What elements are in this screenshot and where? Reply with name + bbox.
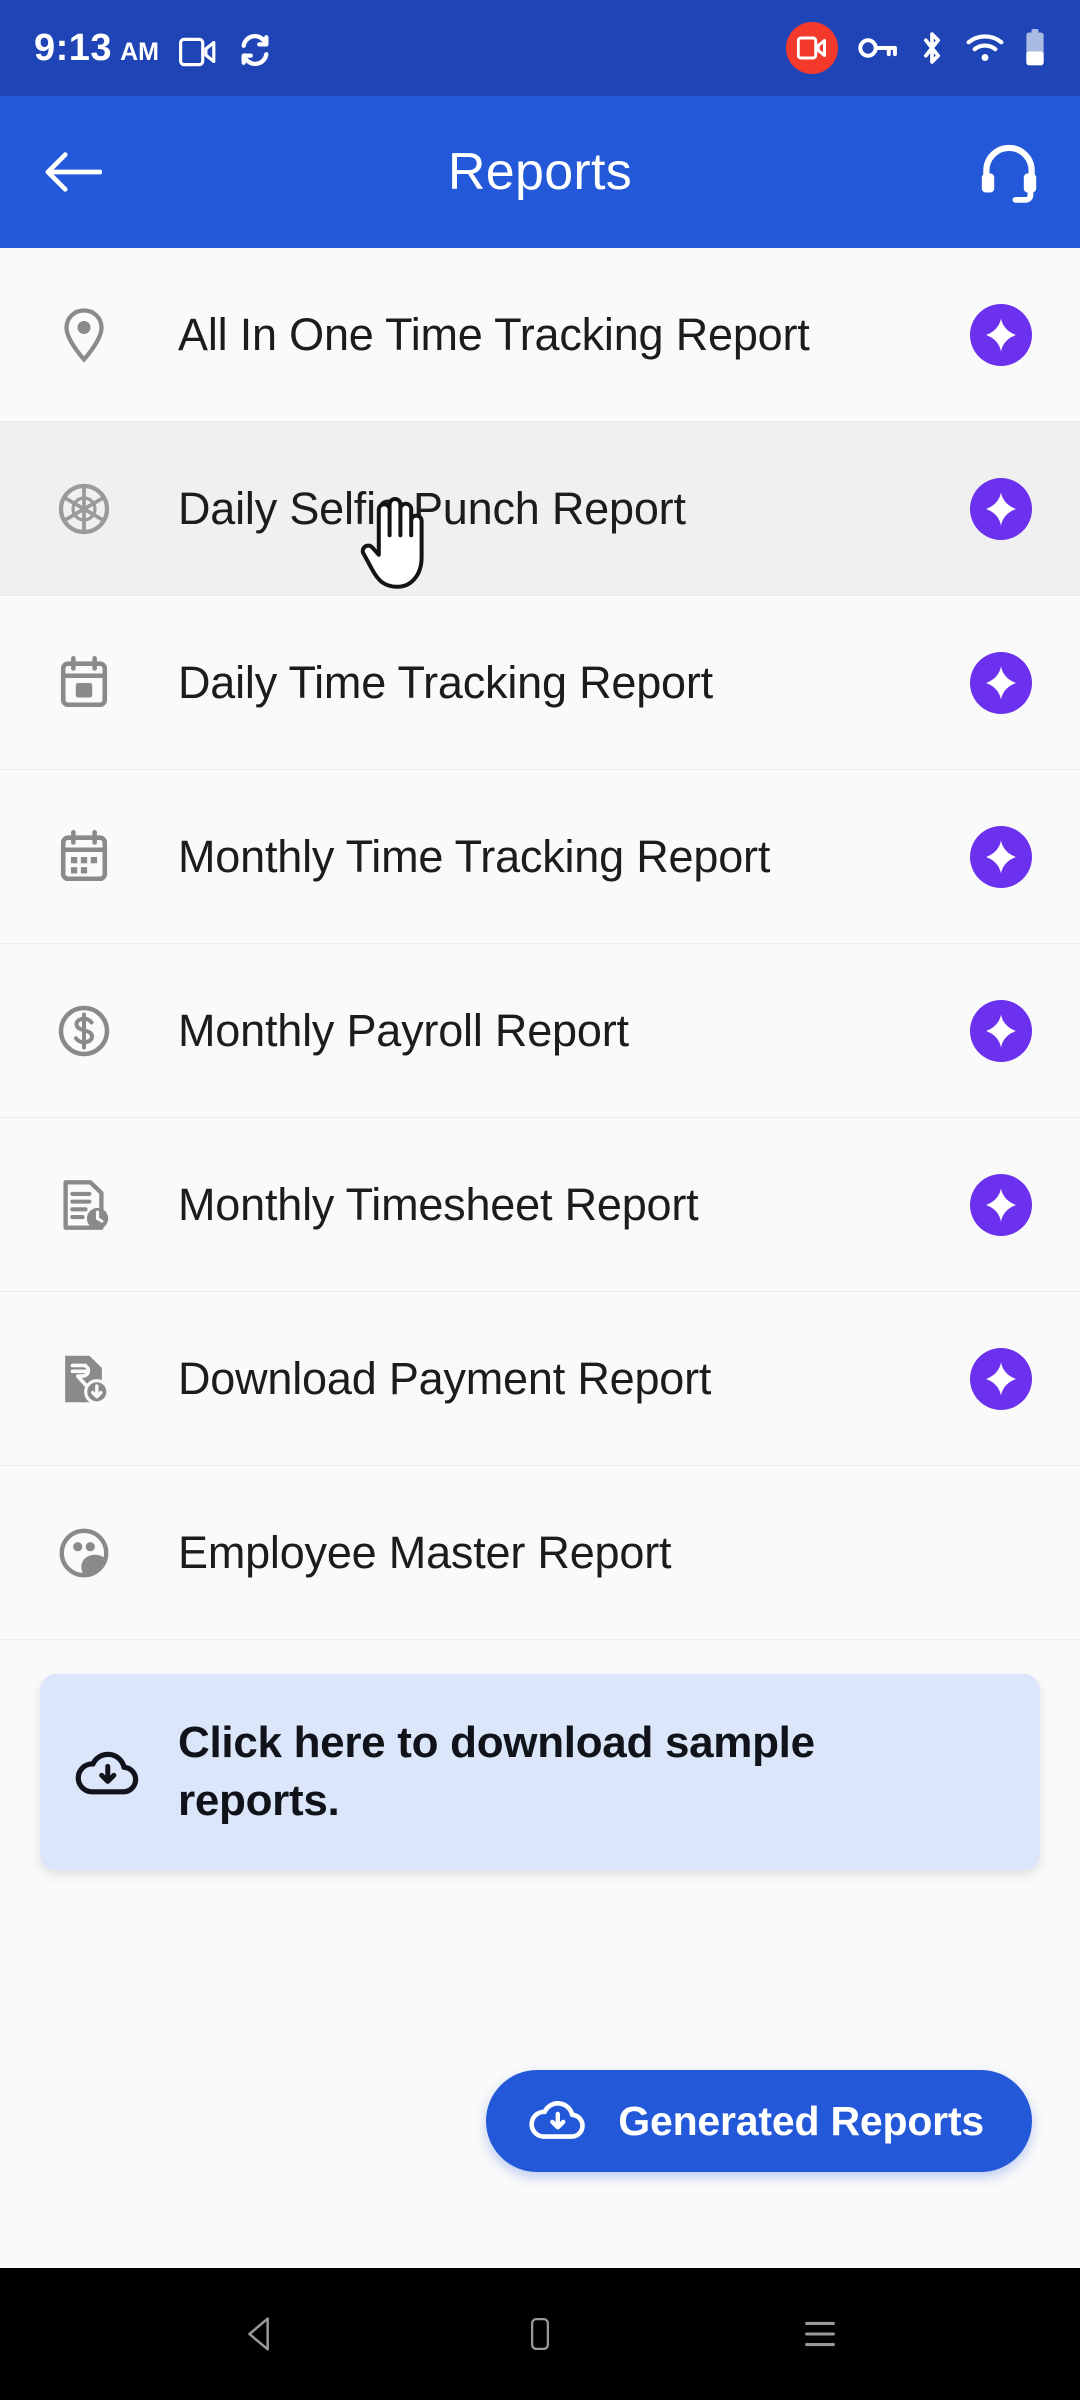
wifi-icon [966, 33, 1004, 63]
status-bar-left: 9:13 AM [34, 29, 273, 67]
report-row-all-in-one-time-tracking[interactable]: All In One Time Tracking Report [0, 248, 1080, 422]
status-bar-clock: 9:13 AM [34, 29, 159, 67]
back-button[interactable] [44, 150, 102, 194]
banner-text: Click here to download sample reports. [178, 1717, 815, 1825]
premium-badge[interactable] [970, 651, 1032, 714]
status-bar-time: 9:13 [34, 27, 113, 69]
report-row-label: Monthly Time Tracking Report [178, 830, 771, 882]
bluetooth-icon [918, 31, 946, 65]
report-row-monthly-timesheet[interactable]: Monthly Timesheet Report [0, 1118, 1080, 1292]
report-row-label: Download Payment Report [178, 1352, 712, 1404]
headset-icon[interactable] [978, 141, 1040, 203]
status-bar: 9:13 AM [0, 0, 1080, 96]
app-bar: Reports [0, 96, 1080, 248]
generated-reports-button-container: Generated Reports [0, 2070, 1080, 2172]
nav-home-icon[interactable] [480, 2274, 600, 2394]
status-bar-ampm: AM [120, 38, 159, 66]
report-row-monthly-time-tracking[interactable]: Monthly Time Tracking Report [0, 770, 1080, 944]
premium-badge[interactable] [970, 999, 1032, 1062]
premium-badge[interactable] [970, 1173, 1032, 1236]
cloud-download-icon [528, 2096, 588, 2147]
android-navigation-bar [0, 2268, 1080, 2400]
report-row-label: Employee Master Report [178, 1526, 672, 1578]
generated-reports-label: Generated Reports [618, 2097, 984, 2144]
location-pin-icon [38, 305, 130, 365]
document-clock-icon [38, 1176, 130, 1234]
video-camera-icon [179, 37, 217, 67]
screen-record-badge-icon [786, 22, 838, 74]
premium-badge[interactable] [970, 477, 1032, 540]
report-row-daily-selfie-punch[interactable]: Daily Selfie Punch Report [0, 422, 1080, 596]
report-row-download-payment[interactable]: Download Payment Report [0, 1292, 1080, 1466]
camera-aperture-icon [38, 479, 130, 539]
battery-icon [1024, 29, 1046, 67]
watch-sync-icon [237, 33, 273, 67]
nav-recents-icon[interactable] [760, 2274, 880, 2394]
download-sample-reports-banner[interactable]: Click here to download sample reports. [40, 1674, 1040, 1870]
people-group-icon [38, 1524, 130, 1582]
premium-badge[interactable] [970, 1347, 1032, 1410]
premium-badge[interactable] [970, 825, 1032, 888]
phone-screen: 9:13 AM Reports All In One Time Tracking… [0, 0, 1080, 2400]
nav-back-triangle-icon[interactable] [200, 2274, 320, 2394]
status-bar-right [786, 22, 1046, 74]
report-row-label: Daily Time Tracking Report [178, 656, 713, 708]
sample-reports-banner-container: Click here to download sample reports. [0, 1640, 1080, 1870]
report-row-label: All In One Time Tracking Report [178, 308, 810, 360]
cloud-download-icon [74, 1746, 142, 1798]
report-row-employee-master[interactable]: Employee Master Report [0, 1466, 1080, 1640]
report-row-label: Monthly Timesheet Report [178, 1178, 699, 1230]
calendar-day-icon [38, 654, 130, 712]
dollar-circle-icon [38, 1001, 130, 1061]
report-row-monthly-payroll[interactable]: Monthly Payroll Report [0, 944, 1080, 1118]
reports-list: All In One Time Tracking Report Daily Se… [0, 248, 1080, 1640]
premium-badge[interactable] [970, 303, 1032, 366]
report-row-daily-time-tracking[interactable]: Daily Time Tracking Report [0, 596, 1080, 770]
generated-reports-button[interactable]: Generated Reports [486, 2070, 1032, 2172]
report-row-label: Daily Selfie Punch Report [178, 482, 686, 534]
report-row-label: Monthly Payroll Report [178, 1004, 629, 1056]
calendar-month-icon [38, 828, 130, 886]
key-icon [858, 35, 898, 61]
rupee-document-download-icon [38, 1350, 130, 1408]
page-title: Reports [447, 143, 633, 201]
